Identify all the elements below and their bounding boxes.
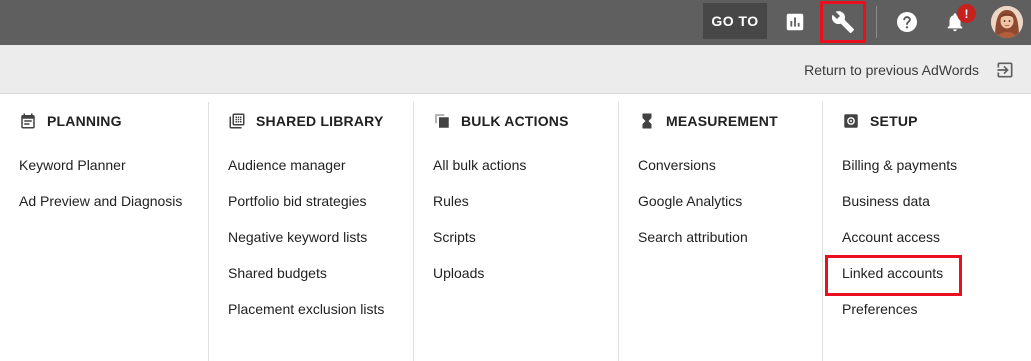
column-header: SETUP (823, 102, 1031, 140)
tools-menu: PLANNING Keyword Planner Ad Preview and … (0, 94, 1031, 361)
menu-item-all-bulk-actions[interactable]: All bulk actions (414, 155, 619, 191)
column-title: BULK ACTIONS (461, 113, 569, 129)
bar-chart-icon[interactable] (779, 6, 811, 38)
gear-icon (841, 111, 861, 131)
return-to-previous-adwords-link[interactable]: Return to previous AdWords (804, 45, 1015, 94)
menu-item-linked-accounts[interactable]: Linked accounts (823, 255, 1031, 299)
column-title: SETUP (870, 113, 918, 129)
return-link-label: Return to previous AdWords (804, 61, 979, 78)
toolbar-divider (876, 6, 877, 38)
menu-item-audience-manager[interactable]: Audience manager (209, 155, 414, 191)
menu-item-keyword-planner[interactable]: Keyword Planner (0, 155, 209, 191)
menu-item-placement-exclusion-lists[interactable]: Placement exclusion lists (209, 299, 414, 335)
menu-item-google-analytics[interactable]: Google Analytics (619, 191, 823, 227)
column-header: SHARED LIBRARY (209, 102, 414, 140)
column-bulk-actions: BULK ACTIONS All bulk actions Rules Scri… (413, 102, 619, 361)
menu-item-conversions[interactable]: Conversions (619, 155, 823, 191)
column-title: MEASUREMENT (666, 113, 778, 129)
wrench-icon[interactable] (820, 1, 866, 43)
menu-item-billing-and-payments[interactable]: Billing & payments (823, 155, 1031, 191)
menu-item-search-attribution[interactable]: Search attribution (619, 227, 823, 263)
column-title: PLANNING (47, 113, 122, 129)
column-header: PLANNING (0, 102, 209, 140)
column-header: BULK ACTIONS (414, 102, 619, 140)
menu-item-business-data[interactable]: Business data (823, 191, 1031, 227)
menu-item-shared-budgets[interactable]: Shared budgets (209, 263, 414, 299)
exit-to-app-icon (997, 62, 1013, 77)
sub-header-bar: Return to previous AdWords (0, 45, 1031, 94)
menu-item-rules[interactable]: Rules (414, 191, 619, 227)
column-planning: PLANNING Keyword Planner Ad Preview and … (0, 102, 209, 361)
go-to-button[interactable]: GO TO (703, 3, 767, 39)
column-title: SHARED LIBRARY (256, 113, 384, 129)
column-measurement: MEASUREMENT Conversions Google Analytics… (618, 102, 823, 361)
help-icon[interactable] (891, 6, 923, 38)
library-grid-icon (227, 111, 247, 131)
copy-stack-icon (432, 111, 452, 131)
menu-item-ad-preview-and-diagnosis[interactable]: Ad Preview and Diagnosis (0, 191, 209, 227)
hourglass-icon (637, 111, 657, 131)
menu-item-scripts[interactable]: Scripts (414, 227, 619, 263)
menu-item-uploads[interactable]: Uploads (414, 263, 619, 299)
column-setup: SETUP Billing & payments Business data A… (822, 102, 1031, 361)
menu-item-preferences[interactable]: Preferences (823, 299, 1031, 335)
menu-item-portfolio-bid-strategies[interactable]: Portfolio bid strategies (209, 191, 414, 227)
column-header: MEASUREMENT (619, 102, 823, 140)
avatar[interactable] (991, 6, 1023, 38)
menu-item-negative-keyword-lists[interactable]: Negative keyword lists (209, 227, 414, 263)
calendar-icon (18, 111, 38, 131)
column-shared-library: SHARED LIBRARY Audience manager Portfoli… (208, 102, 414, 361)
notification-badge: ! (957, 4, 976, 23)
top-bar: GO TO ! (0, 0, 1031, 45)
